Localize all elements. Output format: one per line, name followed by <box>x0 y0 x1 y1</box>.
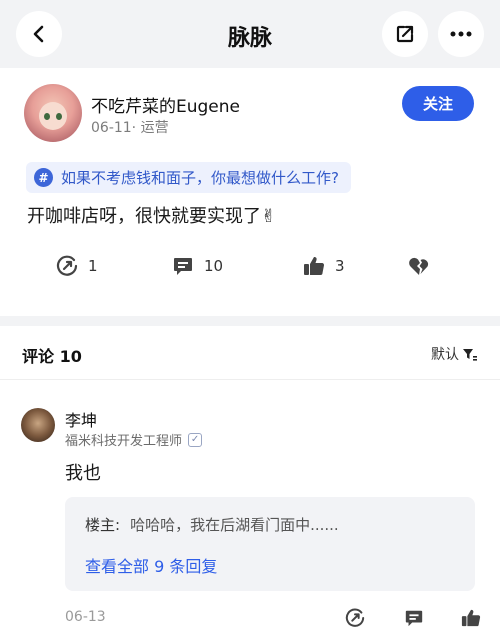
commenter-avatar[interactable] <box>21 408 55 442</box>
view-all-replies-link[interactable]: 查看全部 9 条回复 <box>85 553 217 577</box>
comments-header: 评论 10 默认 <box>0 326 500 380</box>
more-dots-icon <box>450 31 472 37</box>
author-meta: 06-11· 运营 <box>91 120 169 136</box>
filter-icon <box>463 349 477 361</box>
repost-button[interactable]: 1 <box>56 255 98 277</box>
avatar-eye-right <box>56 113 62 120</box>
topic-text: 如果不考虑钱和面子，你最想做什么工作? <box>61 169 339 187</box>
reply-preview[interactable]: 楼主: 哈哈哈，我在后湖看门面中...... 查看全部 9 条回复 <box>65 497 475 591</box>
sort-dropdown[interactable]: 默认 <box>431 344 478 364</box>
comments-title: 评论 10 <box>22 347 82 366</box>
like-count: 3 <box>335 257 345 275</box>
comment-date: 06-13 <box>65 609 106 625</box>
like-button[interactable]: 3 <box>303 255 345 277</box>
author-avatar[interactable] <box>24 84 82 142</box>
comment-reply-button[interactable] <box>404 608 424 632</box>
comment-icon <box>405 610 423 627</box>
commenter-name[interactable]: 李坤 <box>65 407 97 431</box>
reply-line: 楼主: 哈哈哈，我在后湖看门面中...... <box>85 514 339 535</box>
topic-tag[interactable]: # 如果不考虑钱和面子，你最想做什么工作? <box>26 162 351 193</box>
top-bar: 脉脉 <box>0 0 500 68</box>
post-content: 开咖啡店呀，很快就要实现了✌ <box>27 206 277 227</box>
comment-like-button[interactable] <box>461 608 481 632</box>
more-button[interactable] <box>438 11 484 57</box>
avatar-eye-left <box>44 113 50 120</box>
thumbs-up-icon <box>461 609 481 627</box>
comment-text: 我也 <box>65 463 101 484</box>
broken-heart-icon <box>409 257 428 275</box>
dislike-button[interactable] <box>408 255 440 277</box>
comment-button[interactable]: 10 <box>172 255 223 277</box>
sort-label: 默认 <box>431 347 459 363</box>
reply-text: 哈哈哈，我在后湖看门面中...... <box>130 516 339 534</box>
repost-count: 1 <box>88 257 98 275</box>
comment-icon <box>174 258 192 275</box>
share-icon <box>396 25 414 43</box>
post-card: 不吃芹菜的Eugene 06-11· 运营 关注 # 如果不考虑钱和面子，你最想… <box>0 68 500 316</box>
comment-item: 李坤 福米科技开发工程师 ✓ 我也 楼主: 哈哈哈，我在后湖看门面中...... … <box>0 380 500 635</box>
reply-author: 楼主: <box>85 516 121 534</box>
verified-check-icon: ✓ <box>188 432 203 447</box>
hashtag-icon: # <box>34 168 53 187</box>
section-divider <box>0 316 500 326</box>
commenter-title: 福米科技开发工程师 ✓ <box>65 430 203 449</box>
repost-icon <box>345 608 365 627</box>
post-actions: 1 10 3 <box>0 255 500 285</box>
follow-button[interactable]: 关注 <box>402 86 474 121</box>
commenter-title-text: 福米科技开发工程师 <box>65 434 183 449</box>
share-button[interactable] <box>382 11 428 57</box>
repost-icon <box>56 255 78 276</box>
comment-count: 10 <box>204 257 224 275</box>
author-name[interactable]: 不吃芹菜的Eugene <box>91 92 240 117</box>
thumbs-up-icon <box>304 257 325 275</box>
comment-repost-button[interactable] <box>345 608 365 632</box>
